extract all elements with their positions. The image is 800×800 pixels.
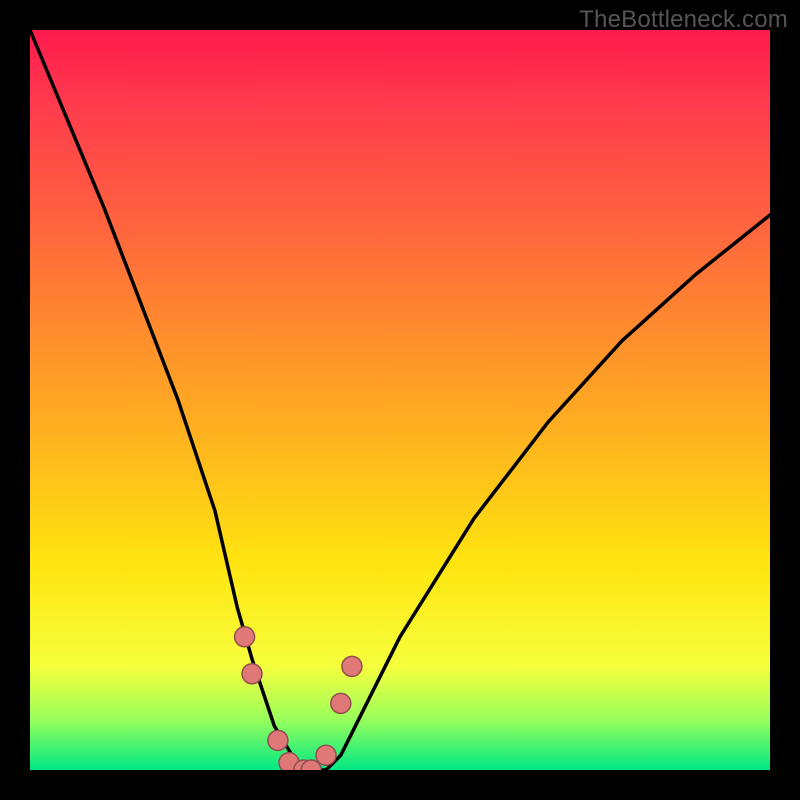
data-marker <box>268 730 288 750</box>
data-marker <box>235 627 255 647</box>
data-marker <box>331 693 351 713</box>
frame: TheBottleneck.com <box>0 0 800 800</box>
bottleneck-curve <box>30 30 770 770</box>
data-marker <box>342 656 362 676</box>
data-marker <box>316 745 336 765</box>
chart-svg <box>30 30 770 770</box>
plot-area <box>30 30 770 770</box>
data-marker <box>242 664 262 684</box>
